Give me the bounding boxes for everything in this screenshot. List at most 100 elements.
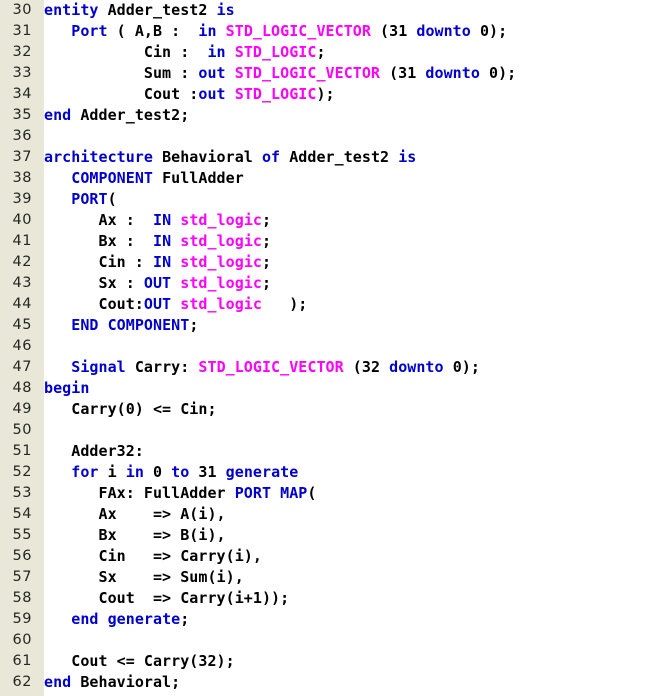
code-line[interactable]: 60: [0, 630, 654, 651]
keyword-token: END: [71, 316, 99, 334]
code-line[interactable]: 50: [0, 420, 654, 441]
code-line[interactable]: 55 Bx => B(i),: [0, 525, 654, 546]
code-line-text: Signal Carry: STD_LOGIC_VECTOR (32 downt…: [44, 357, 480, 378]
keyword-token: PORT: [71, 190, 108, 208]
code-line-text: for i in 0 to 31 generate: [44, 462, 298, 483]
keyword-token: Port: [71, 22, 108, 40]
plain-token: 31: [189, 463, 226, 481]
code-editor[interactable]: 30 entity Adder_test2 is 31 Port ( A,B : i…: [0, 0, 654, 696]
code-line[interactable]: 59 end generate;: [0, 609, 654, 630]
code-line[interactable]: 41 Bx : IN std_logic;: [0, 231, 654, 252]
plain-token: ;: [261, 253, 272, 271]
code-line[interactable]: 38 COMPONENT FullAdder: [0, 168, 654, 189]
code-line[interactable]: 61 Cout <= Carry(32);: [0, 651, 654, 672]
code-line[interactable]: 32 Cin : in STD_LOGIC;: [0, 42, 654, 63]
keyword-token: generate: [107, 610, 181, 628]
plain-token: Cout => Carry(i+1));: [44, 589, 290, 607]
keyword-token: IN: [152, 253, 172, 271]
plain-token: ;: [180, 610, 190, 628]
plain-token: ;: [261, 211, 272, 229]
code-line[interactable]: 54 Ax => A(i),: [0, 504, 654, 525]
code-line-text: Bx => B(i),: [44, 525, 226, 546]
code-line[interactable]: 39 PORT(: [0, 189, 654, 210]
code-line[interactable]: 48 begin: [0, 378, 654, 399]
line-number: 60: [12, 632, 32, 648]
line-number: 62: [12, 674, 32, 690]
plain-token: ;: [261, 232, 272, 250]
plain-token: i: [98, 463, 126, 481]
plain-token: (31: [380, 64, 426, 82]
code-line-text: Cout <= Carry(32);: [44, 651, 235, 672]
keyword-token: generate: [225, 463, 299, 481]
keyword-token: in: [207, 43, 226, 61]
plain-token: 0);: [443, 358, 480, 376]
code-line[interactable]: 53 FAx: FullAdder PORT MAP(: [0, 483, 654, 504]
code-line-text: Bx : IN std_logic;: [44, 231, 271, 252]
line-number: 43: [12, 275, 32, 291]
code-line-text: Cout :out STD_LOGIC);: [44, 84, 335, 105]
keyword-token: OUT: [143, 295, 172, 313]
code-line-text: Cin : IN std_logic;: [44, 252, 271, 273]
code-line[interactable]: 33 Sum : out STD_LOGIC_VECTOR (31 downto…: [0, 63, 654, 84]
keyword-token: IN: [152, 211, 172, 229]
line-number: 47: [12, 359, 32, 375]
line-number: 53: [12, 485, 32, 501]
line-number: 36: [12, 128, 32, 144]
type-token: STD_LOGIC: [234, 85, 317, 103]
code-line[interactable]: 35 end Adder_test2;: [0, 105, 654, 126]
code-line[interactable]: 42 Cin : IN std_logic;: [0, 252, 654, 273]
code-line[interactable]: 31 Port ( A,B : in STD_LOGIC_VECTOR (31 …: [0, 21, 654, 42]
code-line[interactable]: 49 Carry(0) <= Cin;: [0, 399, 654, 420]
code-line[interactable]: 57 Sx => Sum(i),: [0, 567, 654, 588]
code-line[interactable]: 58 Cout => Carry(i+1));: [0, 588, 654, 609]
code-line[interactable]: 43 Sx : OUT std_logic;: [0, 273, 654, 294]
keyword-token: to: [171, 463, 190, 481]
keyword-token: downto: [389, 358, 444, 376]
type-token: STD_LOGIC_VECTOR: [225, 22, 371, 40]
line-number: 34: [12, 86, 32, 102]
code-line[interactable]: 36: [0, 126, 654, 147]
line-number: 59: [12, 611, 32, 627]
code-line[interactable]: 46: [0, 336, 654, 357]
plain-token: (31: [370, 22, 417, 40]
code-line[interactable]: 44 Cout:OUT std_logic );: [0, 294, 654, 315]
code-line[interactable]: 30 entity Adder_test2 is: [0, 0, 654, 21]
code-line[interactable]: 45 END COMPONENT;: [0, 315, 654, 336]
keyword-token: end: [44, 106, 72, 124]
code-text-area[interactable]: 30 entity Adder_test2 is 31 Port ( A,B : i…: [0, 0, 654, 696]
code-line-text: Adder32:: [44, 441, 144, 462]
plain-token: FullAdder: [152, 169, 244, 187]
code-line[interactable]: 62 end Behavioral;: [0, 672, 654, 693]
line-number: 37: [12, 149, 32, 165]
code-line[interactable]: 40 Ax : IN std_logic;: [0, 210, 654, 231]
line-number: 48: [12, 380, 32, 396]
code-line[interactable]: 37 architecture Behavioral of Adder_test2…: [0, 147, 654, 168]
code-line-text: Ax : IN std_logic;: [44, 210, 271, 231]
code-line[interactable]: 47 Signal Carry: STD_LOGIC_VECTOR (32 do…: [0, 357, 654, 378]
code-line[interactable]: 51 Adder32:: [0, 441, 654, 462]
keyword-token: architecture: [44, 148, 153, 166]
keyword-token: begin: [44, 379, 90, 397]
keyword-token: IN: [152, 232, 172, 250]
code-line[interactable]: 52 for i in 0 to 31 generate: [0, 462, 654, 483]
plain-token: );: [316, 85, 335, 103]
code-line[interactable]: 56 Cin => Carry(i),: [0, 546, 654, 567]
plain-token: Ax :: [44, 211, 153, 229]
plain-token: Sum :: [44, 64, 199, 82]
code-line-text: Cin : in STD_LOGIC;: [44, 42, 326, 63]
line-number: 58: [12, 590, 32, 606]
code-line[interactable]: 34 Cout :out STD_LOGIC);: [0, 84, 654, 105]
keyword-token: end: [71, 610, 99, 628]
type-token: std_logic: [180, 211, 262, 229]
plain-token: Cout <= Carry(32);: [44, 652, 235, 670]
